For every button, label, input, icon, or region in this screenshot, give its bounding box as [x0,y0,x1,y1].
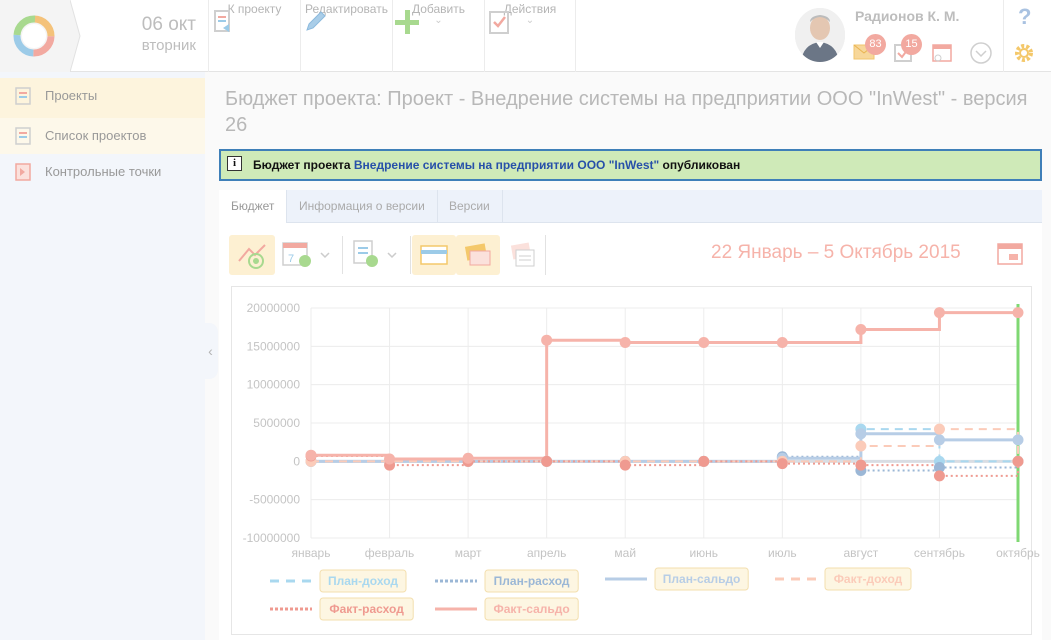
user-menu-chevron-icon[interactable] [969,41,993,65]
toolbar-divider [410,236,411,274]
sidebar-item-label: Проекты [45,88,98,103]
export-button[interactable] [502,235,546,275]
info-prefix: Бюджет проекта [253,158,351,172]
info-project-link[interactable]: Внедрение системы на предприятии ООО "In… [354,158,659,172]
sidebar-item-label: Список проектов [45,128,147,143]
tab-bar: Бюджет Информация о версии Версии [219,190,1042,223]
svg-text:7: 7 [288,253,294,265]
sidebar: Проекты Список проектов Контрольные точк… [0,72,205,640]
chart-eye-icon [238,244,266,269]
user-photo [795,8,845,62]
logo-icon [13,15,55,57]
back-to-project-button[interactable]: К проекту [208,0,300,72]
info-icon: i [227,156,242,171]
date-range-calendar-icon[interactable] [996,241,1024,267]
document-stack-icon [510,242,535,267]
milestones-icon [15,163,31,181]
tab-budget[interactable]: Бюджет [219,190,288,223]
chevron-left-icon: ‹ [208,343,213,359]
help-settings-column: ? [1003,0,1051,72]
tab-versions[interactable]: Версии [437,190,503,223]
cards-icon [464,243,491,266]
logo-divider-chevron [70,0,81,72]
info-suffix: опубликован [662,158,741,172]
tab-version-info[interactable]: Информация о версии [287,190,438,223]
current-date-day: 06 окт [141,14,196,35]
pencil-icon [306,11,326,31]
projects-icon [15,87,31,105]
current-date-weekday: вторник [141,37,196,54]
calendar-refresh-icon: 7 [282,242,330,267]
current-date: 06 окт вторник [100,14,196,54]
avatar[interactable] [795,8,845,62]
back-to-project-icon [214,10,230,32]
sidebar-item-project-list[interactable]: Список проектов [0,118,205,154]
sidebar-item-milestones[interactable]: Контрольные точки [0,154,205,190]
app-logo[interactable] [0,0,70,72]
gear-icon[interactable] [1013,42,1035,64]
question-icon[interactable]: ? [1018,4,1031,30]
view-toggle-button[interactable] [229,235,275,275]
date-range: 22 Январь – 5 Октябрь 2015 [711,242,961,263]
sidebar-collapse-handle[interactable]: ‹ [203,323,218,379]
tasks-badge: 15 [901,34,922,55]
budget-chart [231,286,1032,635]
list-refresh-icon [353,240,397,267]
clipboard-check-icon [489,11,509,34]
messages-badge: 83 [865,34,886,55]
sidebar-item-label: Контрольные точки [45,164,162,179]
project-list-icon [15,127,31,145]
chart-view-button[interactable] [456,235,500,275]
calendar-icon[interactable] [930,42,954,64]
plus-icon [395,10,419,34]
toolbar-divider [342,236,343,274]
user-name[interactable]: Радионов К. М. [855,8,959,24]
actions-button[interactable]: Действия ⌄ [484,0,576,72]
sidebar-item-projects[interactable]: Проекты [0,78,205,118]
info-banner: i Бюджет проекта Внедрение системы на пр… [219,149,1042,181]
add-button[interactable]: Добавить ⌄ [392,0,484,72]
table-view-button[interactable] [412,235,456,275]
table-icon [420,245,448,265]
scale-button[interactable] [348,235,406,275]
period-button[interactable]: 7 [279,235,337,275]
edit-button[interactable]: Редактировать [300,0,392,72]
page-title: Бюджет проекта: Проект - Внедрение систе… [225,88,1028,136]
top-bar: 06 окт вторник К проекту Редактировать Д… [0,0,1051,72]
